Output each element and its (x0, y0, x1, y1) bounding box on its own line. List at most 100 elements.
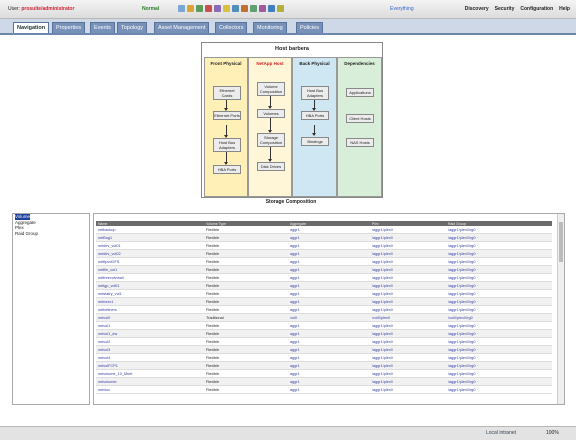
toolbar-icon-4[interactable] (205, 5, 212, 12)
search-scope-label[interactable]: Everything (390, 6, 414, 12)
toolbar-icon-5[interactable] (214, 5, 221, 12)
discovery-link[interactable]: Discovery (465, 6, 489, 12)
vertical-scrollbar[interactable] (557, 214, 564, 404)
table-row[interactable]: netvolumer Flexible aggr1/aggr1/plex0/aggr… (96, 377, 552, 386)
table-cell: vol0 (288, 313, 370, 322)
column-title: Dependencies (344, 61, 375, 66)
help-link[interactable]: Help (559, 6, 570, 12)
column-front-physical: Front Physical Ethernet Cards Ethernet P… (204, 57, 248, 197)
mode-indicator[interactable]: Normal (142, 6, 159, 12)
toolbar-icon-10[interactable] (259, 5, 266, 12)
toolbar-icon-1[interactable] (178, 5, 185, 12)
table-cell: netvol3 (96, 345, 204, 354)
tree-item-raid-group[interactable]: Raid Group (13, 231, 89, 237)
diagram-box[interactable]: Ethernet Ports (213, 111, 241, 120)
column-netapp-host: NetApp Host Volume Composition Volumes S… (248, 57, 292, 197)
table-row[interactable]: netvolume_10_Mnet Flexible aggr1/aggr1/ple… (96, 369, 552, 378)
table-row[interactable]: netigp_vol01 Flexible aggr1/aggr1/plex0/ag… (96, 281, 552, 290)
table-cell: /aggr1/plex0 (370, 369, 446, 378)
table-cell: aggr1 (288, 361, 370, 370)
tab-events[interactable]: Events (90, 22, 115, 33)
table-row[interactable]: nethetiners Flexible aggr1/aggr1/plex0/agg… (96, 305, 552, 314)
table-cell: aggr1 (288, 226, 370, 234)
table-cell: /aggr1/plex0 (370, 257, 446, 266)
table-cell: /aggr1/plex0/rg0 (446, 257, 552, 266)
column-title: Front Physical (210, 61, 242, 66)
diagram-box[interactable]: Host Bus Adapters (213, 138, 241, 152)
table-row[interactable]: netvol3 Flexible aggr1/aggr1/plex0/aggr1/p… (96, 345, 552, 354)
diagram-box[interactable]: Ethernet Cards (213, 86, 241, 100)
tab-monitoring[interactable]: Monitoring (253, 22, 287, 33)
diagram-box[interactable]: HBA Ports (301, 111, 329, 120)
tab-collectors[interactable]: Collectors (215, 22, 248, 33)
user-value[interactable]: prosuite/administrator (21, 6, 74, 12)
diagram-box[interactable]: HBA Ports (213, 165, 241, 174)
table-row[interactable]: netvlux Flexible aggr1/aggr1/plex0/aggr1/p… (96, 385, 552, 394)
toolbar-icon-12[interactable] (277, 5, 284, 12)
security-zone: Local intranet (486, 430, 517, 436)
table-row[interactable]: netvol1 Flexible aggr1/aggr1/plex0/aggr1/p… (96, 321, 552, 330)
toolbar-icon-9[interactable] (250, 5, 257, 12)
tab-properties[interactable]: Properties (52, 22, 86, 33)
diagram-box[interactable]: Volumes (257, 109, 285, 118)
table-row[interactable]: netvolFCP1 Flexible aggr1/aggr1/plex0/aggr… (96, 361, 552, 370)
diagram-box[interactable]: Applications (346, 88, 374, 97)
table-cell: /aggr1/plex0 (370, 226, 446, 234)
diagram-box[interactable]: Disk Drives (257, 162, 285, 171)
table-cell: /aggr1/plex0 (370, 289, 446, 298)
table-row[interactable]: netBug1 Flexible aggr1/aggr1/plex0/aggr1/p… (96, 233, 552, 242)
everything-link[interactable]: Everything (390, 6, 414, 12)
table-row[interactable]: netfreevolvmall Flexible aggr1/aggr1/plex0… (96, 273, 552, 282)
down-arrow-icon (312, 100, 316, 111)
tab-navigation[interactable]: Navigation (13, 22, 50, 33)
security-link[interactable]: Security (495, 6, 515, 12)
down-arrow-icon (224, 152, 228, 165)
toolbar-icon-6[interactable] (223, 5, 230, 12)
toolbar-icon-7[interactable] (232, 5, 239, 12)
toolbar-icon-3[interactable] (196, 5, 203, 12)
table-row[interactable]: netbackup Flexible aggr1/aggr1/plex0/aggr1… (96, 226, 552, 234)
table-cell: /aggr1/plex0 (370, 361, 446, 370)
table-cell: /aggr1/plex0/rg0 (446, 329, 552, 338)
table-row[interactable]: netfile_vol1 Flexible aggr1/aggr1/plex0/ag… (96, 265, 552, 274)
table-cell: Flexible (204, 265, 288, 274)
scrollbar-thumb[interactable] (559, 222, 563, 262)
column-dependencies: Dependencies Applications Client Hosts N… (337, 57, 382, 197)
configuration-link[interactable]: Configuration (520, 6, 553, 12)
down-arrow-icon (312, 125, 316, 136)
diagram-box[interactable]: Host Bus Adapters (301, 86, 329, 100)
table-row[interactable]: netvol4 Flexible aggr1/aggr1/plex0/aggr1/p… (96, 353, 552, 362)
diagram-box[interactable]: NAS Hosts (346, 138, 374, 147)
volume-table: Name Volume Type Aggregate Plex Raid Gro… (96, 221, 552, 394)
table-cell: netdev_vol02 (96, 249, 204, 258)
diagram-box[interactable]: Client Hosts (346, 114, 374, 123)
table-cell: /aggr1/plex0 (370, 265, 446, 274)
table-row[interactable]: netdev_vol02 Flexible aggr1/aggr1/plex0/ag… (96, 249, 552, 258)
diagram-box[interactable]: Bindings (301, 137, 329, 146)
column-title[interactable]: NetApp Host (249, 58, 291, 69)
tab-policies[interactable]: Policies (296, 22, 323, 33)
toolbar-icon-8[interactable] (241, 5, 248, 12)
table-row[interactable]: netvol1_ew Flexible aggr1/aggr1/plex0/aggr… (96, 329, 552, 338)
tab-asset-management[interactable]: Asset Management (154, 22, 210, 33)
table-cell: Flexible (204, 233, 288, 242)
toolbar-icon-11[interactable] (268, 5, 275, 12)
table-cell: /aggr1/plex0 (370, 345, 446, 354)
table-cell: Flexible (204, 337, 288, 346)
table-cell: /aggr1/plex0/rg0 (446, 345, 552, 354)
tree-item-volume[interactable]: Volume (15, 214, 31, 220)
tab-topology[interactable]: Topology (117, 22, 148, 33)
table-row[interactable]: netnexv1 Flexible aggr1/aggr1/plex0/aggr1/… (96, 297, 552, 306)
table-cell: aggr1 (288, 337, 370, 346)
table-row[interactable]: netvol0 Traditional vol0/vol0/plex0/vol0/p… (96, 313, 552, 322)
toolbar-icon-2[interactable] (187, 5, 194, 12)
diagram-box[interactable]: Volume Composition (257, 82, 285, 96)
table-row[interactable]: netdev_vol01 Flexible aggr1/aggr1/plex0/ag… (96, 241, 552, 250)
zoom-level[interactable]: 100% (546, 430, 559, 436)
table-row[interactable]: netstatry_vol1 Flexible aggr1/aggr1/plex0/… (96, 289, 552, 298)
table-cell: Flexible (204, 289, 288, 298)
table-row[interactable]: netftpvol2FS Flexible aggr1/aggr1/plex0/ag… (96, 257, 552, 266)
table-row[interactable]: netvol2 Flexible aggr1/aggr1/plex0/aggr1/p… (96, 337, 552, 346)
storage-composition-title: Storage Composition (265, 199, 317, 205)
diagram-box[interactable]: Storage Composition (257, 133, 285, 147)
